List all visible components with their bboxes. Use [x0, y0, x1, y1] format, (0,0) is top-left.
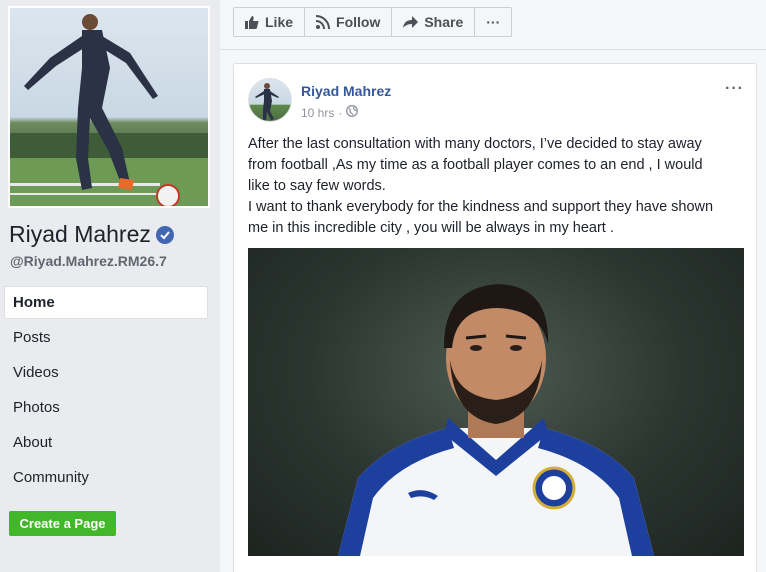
- page-nav: Home Posts Videos Photos About Community: [4, 286, 208, 496]
- post-options-button[interactable]: ···: [725, 80, 744, 98]
- nav-item-home[interactable]: Home: [4, 286, 208, 319]
- post-meta: 10 hrs ·: [301, 105, 359, 120]
- post-author[interactable]: Riyad Mahrez: [301, 83, 391, 99]
- more-options-label: ···: [486, 14, 501, 30]
- like-button[interactable]: Like: [233, 7, 306, 37]
- nav-item-posts[interactable]: Posts: [4, 321, 208, 354]
- nav-item-photos[interactable]: Photos: [4, 391, 208, 424]
- follow-button[interactable]: Follow: [304, 7, 393, 37]
- nav-item-about[interactable]: About: [4, 426, 208, 459]
- verified-badge-icon: [155, 225, 174, 244]
- post-text-line: I want to thank everybody for the kindne…: [248, 199, 714, 215]
- globe-icon[interactable]: [346, 105, 359, 120]
- post-text-line: from football ,As my time as a football …: [248, 157, 703, 173]
- page-username: @Riyad.Mahrez.RM26.7: [10, 253, 167, 269]
- left-column: Riyad Mahrez @Riyad.Mahrez.RM26.7 Home P…: [0, 0, 219, 572]
- page-name-text[interactable]: Riyad Mahrez: [9, 221, 151, 248]
- post-timestamp[interactable]: 10 hrs: [301, 106, 334, 120]
- create-page-button[interactable]: Create a Page: [9, 511, 116, 536]
- meta-separator: ·: [338, 105, 343, 120]
- share-label: Share: [424, 14, 464, 30]
- avatar[interactable]: [248, 78, 292, 122]
- post-text-line: like to say few words.: [248, 178, 386, 194]
- post-photo[interactable]: [248, 248, 744, 556]
- rss-icon: [316, 15, 331, 29]
- post-text-line: me in this incredible city , you will be…: [248, 220, 614, 236]
- post-text: After the last consultation with many do…: [248, 134, 748, 239]
- post-text-line: After the last consultation with many do…: [248, 136, 702, 152]
- divider: [220, 49, 766, 50]
- share-button[interactable]: Share: [391, 7, 476, 37]
- thumbs-up-icon: [245, 15, 259, 29]
- follow-label: Follow: [336, 14, 381, 30]
- nav-item-community[interactable]: Community: [4, 461, 208, 494]
- nav-item-videos[interactable]: Videos: [4, 356, 208, 389]
- share-arrow-icon: [403, 15, 419, 29]
- page-name[interactable]: Riyad Mahrez: [9, 221, 174, 248]
- more-options-button[interactable]: ···: [474, 7, 513, 37]
- profile-photo[interactable]: [8, 6, 210, 208]
- page-action-bar: Like Follow Share ···: [233, 7, 513, 37]
- post-card: Riyad Mahrez 10 hrs · ··· After the last…: [233, 63, 757, 572]
- like-label: Like: [265, 14, 294, 30]
